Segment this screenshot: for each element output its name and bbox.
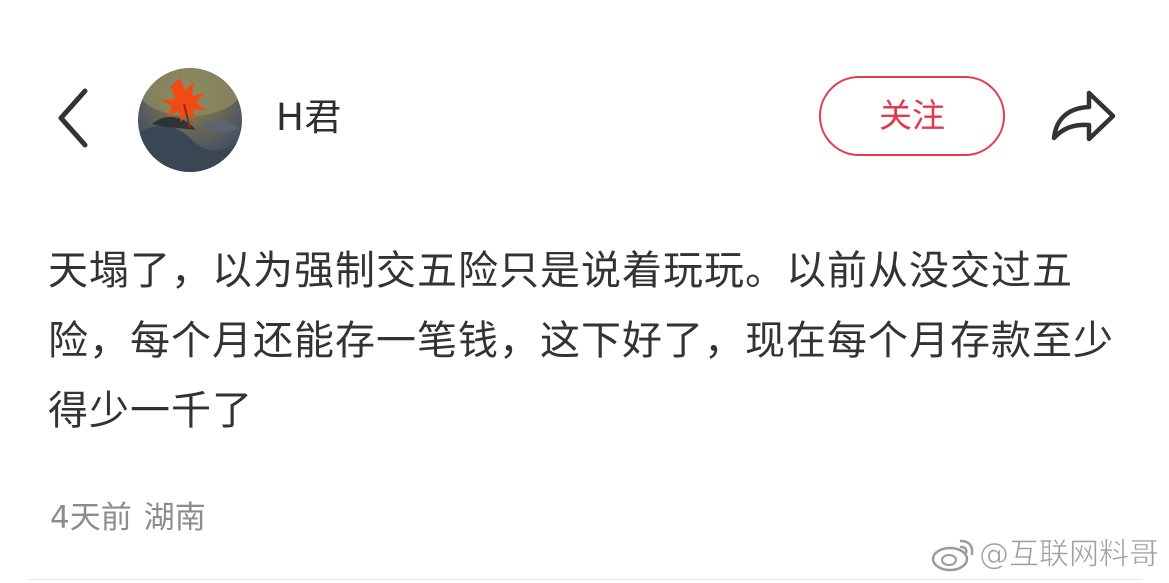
watermark-text: @互联网料哥 — [979, 537, 1160, 573]
weibo-logo-icon — [931, 539, 974, 572]
follow-button[interactable]: 关注 — [819, 76, 1005, 156]
post-time: 4天前 — [50, 500, 132, 536]
divider — [28, 579, 1142, 580]
share-arrow-icon — [1051, 90, 1116, 142]
post-header: H君 关注 — [0, 0, 1169, 210]
watermark: @互联网料哥 — [931, 533, 1159, 577]
username[interactable]: H君 — [276, 96, 342, 140]
avatar[interactable] — [138, 68, 242, 172]
chevron-left-icon — [58, 88, 88, 148]
post-location: 湖南 — [143, 500, 206, 536]
post-meta: 4天前 湖南 — [50, 498, 206, 538]
back-button[interactable] — [44, 80, 102, 156]
post-content: 天塌了，以为强制交五险只是说着玩玩。以前从没交过五险，每个月还能存一笔钱，这下好… — [48, 248, 1114, 434]
share-button[interactable] — [1045, 84, 1121, 148]
